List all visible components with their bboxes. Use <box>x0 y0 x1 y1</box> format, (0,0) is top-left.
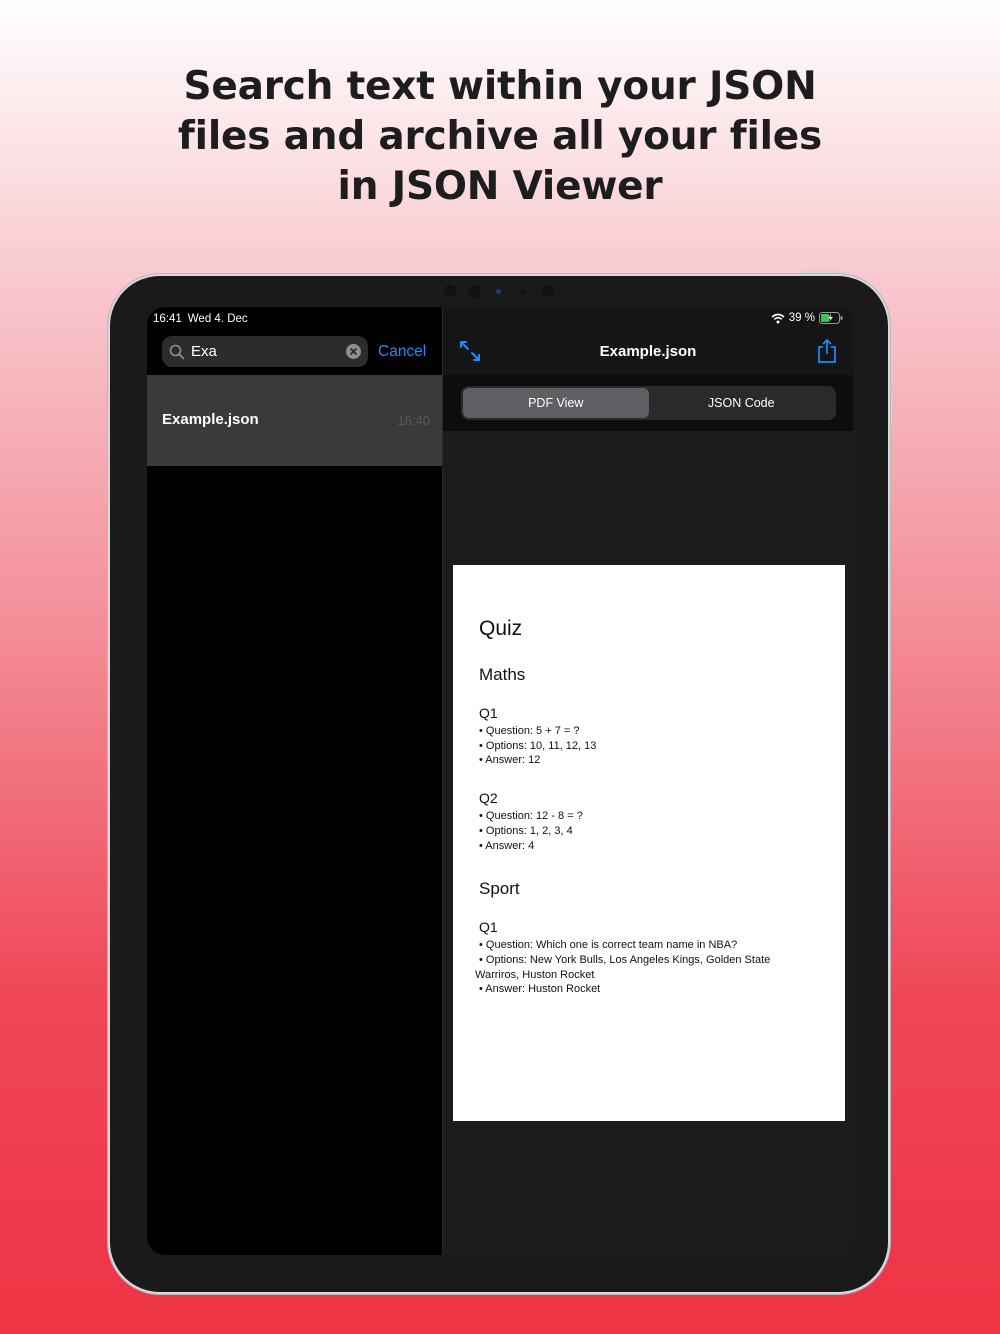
question-label: Q1 <box>479 705 498 721</box>
question-line: • Answer: Huston Rocket <box>479 983 601 996</box>
screen: 16:41 Wed 4. Dec Exa Cancel Example.json … <box>147 307 853 1255</box>
section-heading: Sport <box>479 879 520 899</box>
question-block: Q1 • Question: Which one is correct team… <box>475 919 819 997</box>
question-line: • Question: Which one is correct team na… <box>479 939 738 952</box>
section-heading: Maths <box>479 665 526 684</box>
headline: Search text within your JSON files and a… <box>0 62 1000 212</box>
camera-sensor <box>542 285 554 297</box>
clear-icon[interactable] <box>345 343 362 360</box>
sidebar: 16:41 Wed 4. Dec Exa Cancel Example.json … <box>147 307 442 1255</box>
doc-heading: Quiz <box>479 617 523 640</box>
battery-icon <box>819 312 843 324</box>
search-input[interactable]: Exa <box>191 343 345 360</box>
question-line: • Answer: 12 <box>479 754 541 767</box>
battery-percent: 39 % <box>788 312 815 324</box>
question-line: Warriros, Huston Rocket <box>475 968 595 981</box>
status-clock: 16:41 Wed 4. Dec <box>153 313 248 325</box>
question-line: • Options: 10, 11, 12, 13 <box>479 739 597 752</box>
detail-pane: 39 % Example.json PDF View JSON Code Qui… <box>443 307 853 1255</box>
status-date: Wed 4. Dec <box>187 313 248 325</box>
question-line: • Question: 12 - 8 = ? <box>479 810 583 823</box>
camera-lens <box>468 285 481 298</box>
camera-sensor <box>520 289 526 295</box>
headline-line-3: in JSON Viewer <box>337 164 663 209</box>
question-label: Q1 <box>479 919 498 936</box>
wifi-icon <box>771 313 785 323</box>
file-name: Example.json <box>162 411 259 428</box>
search-bar[interactable]: Exa <box>162 336 368 367</box>
view-segmented-control: PDF View JSON Code <box>461 386 836 420</box>
document-title: Example.json <box>599 343 697 360</box>
pdf-page: Quiz Maths Q1 • Question: 5 + 7 = ? • Op… <box>453 565 845 1121</box>
status-indicators: 39 % <box>771 312 843 324</box>
question-line: • Answer: 4 <box>479 839 535 852</box>
nav-bar: 39 % Example.json <box>443 307 853 375</box>
tab-json-code[interactable]: JSON Code <box>649 388 835 418</box>
search-icon <box>169 344 185 359</box>
question-line: • Question: 5 + 7 = ? <box>479 725 580 737</box>
question-block: Q2 • Question: 12 - 8 = ? • Options: 1, … <box>479 790 819 853</box>
headline-line-2: files and archive all your files <box>177 114 823 159</box>
question-label: Q2 <box>479 790 498 807</box>
file-time: 16:40 <box>397 413 430 428</box>
status-time: 16:41 <box>153 313 182 325</box>
camera-sensor <box>444 285 456 297</box>
question-line: • Options: 1, 2, 3, 4 <box>479 824 573 837</box>
camera-indicator <box>496 289 501 294</box>
share-icon[interactable] <box>817 338 837 364</box>
question-line: • Options: New York Bulls, Los Angeles K… <box>479 953 771 966</box>
view-switcher-bar: PDF View JSON Code <box>443 375 853 431</box>
cancel-button[interactable]: Cancel <box>378 343 426 361</box>
file-list-item[interactable]: Example.json 16:40 <box>147 375 442 466</box>
tab-pdf-view[interactable]: PDF View <box>463 388 649 418</box>
headline-line-1: Search text within your JSON <box>183 64 817 109</box>
question-block: Q1 • Question: 5 + 7 = ? • Options: 10, … <box>479 705 819 768</box>
